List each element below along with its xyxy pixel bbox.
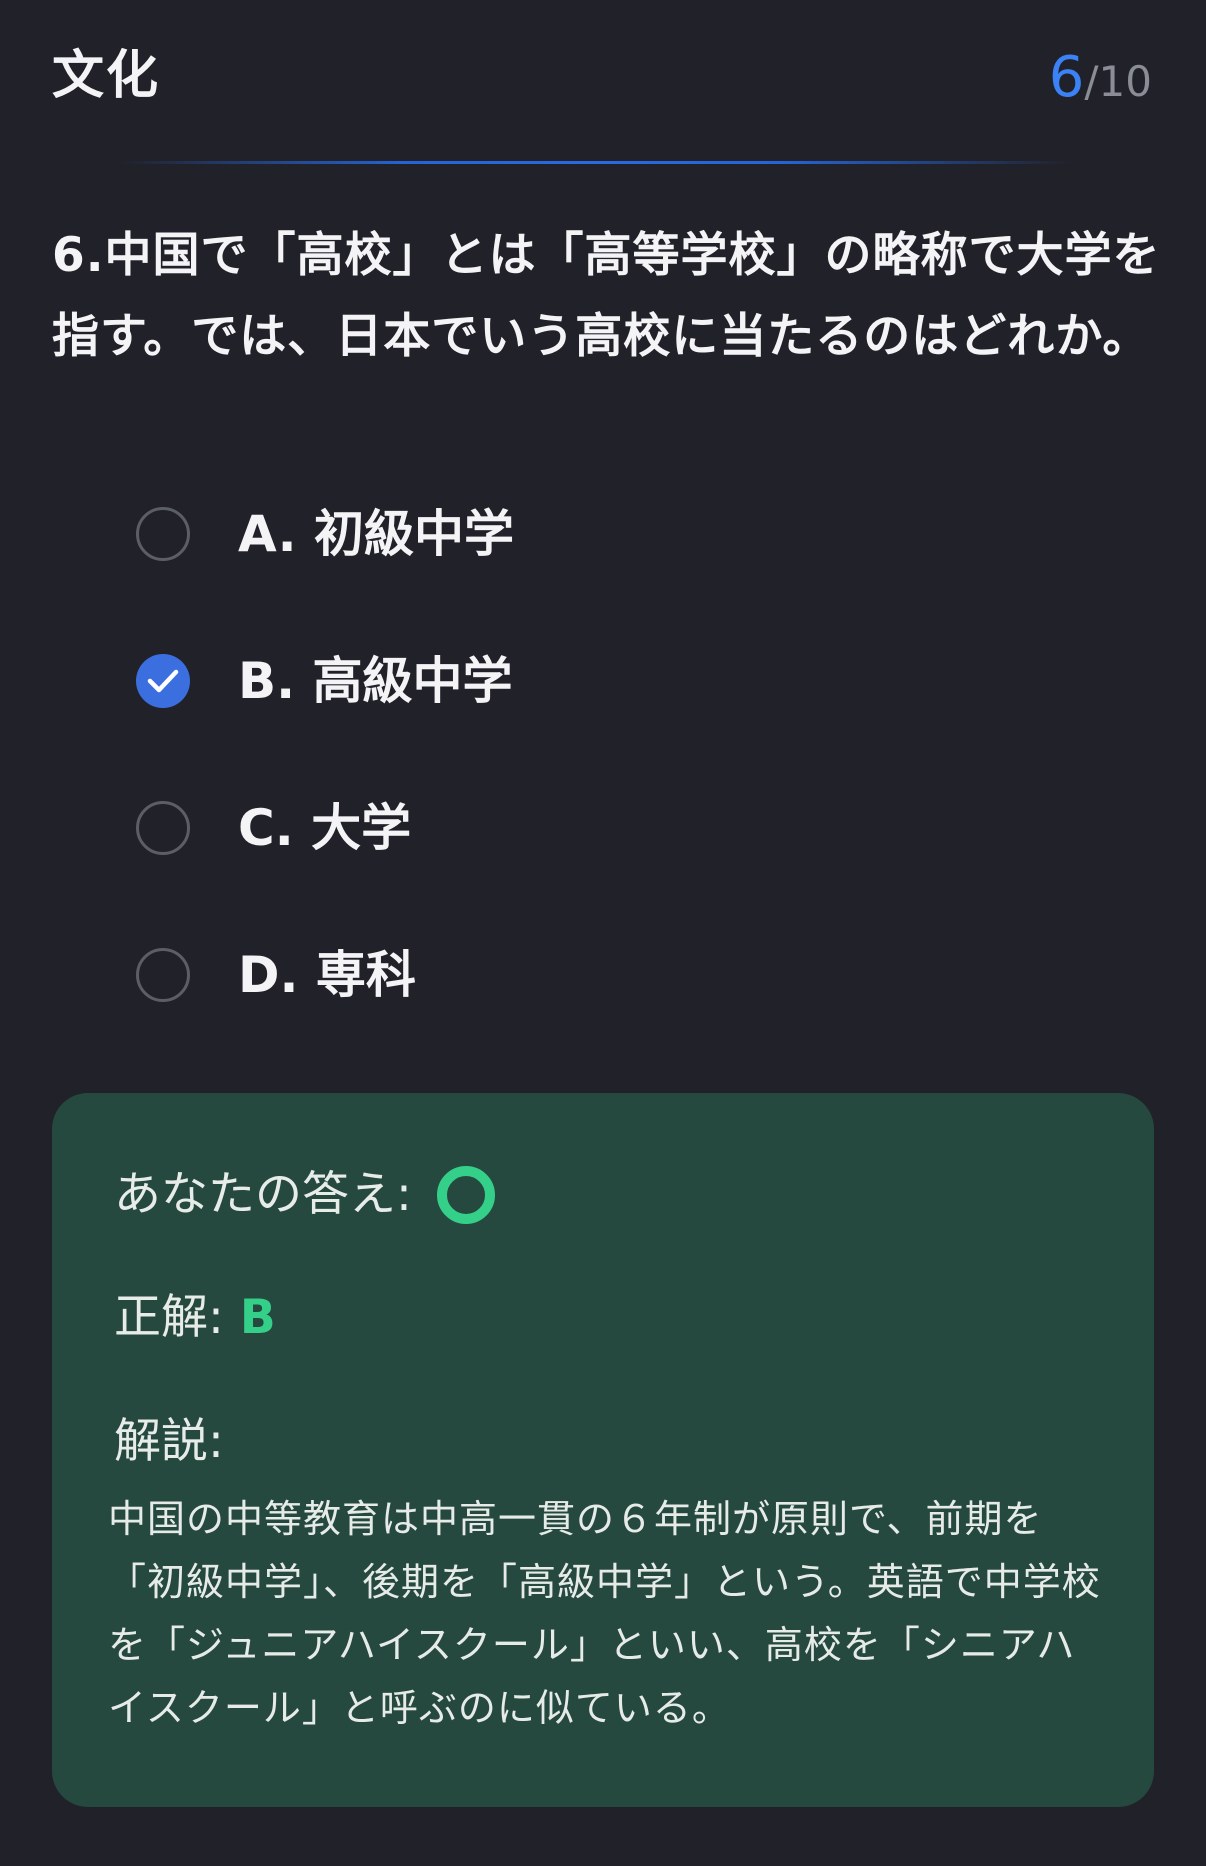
progress-current: 6 [1048, 45, 1085, 110]
correct-answer-row: 正解: B [114, 1286, 276, 1350]
option-label: B. 高級中学 [238, 652, 513, 710]
header-divider [120, 161, 1070, 164]
radio-unchecked-icon[interactable] [136, 507, 190, 561]
option-d[interactable]: D. 専科 [136, 936, 1136, 1083]
answer-options: A. 初級中学 B. 高級中学 C. 大学 D. 専科 [136, 495, 1136, 1083]
radio-checked-icon[interactable] [136, 654, 190, 708]
option-label: A. 初級中学 [238, 505, 515, 563]
option-label: D. 専科 [238, 946, 416, 1004]
progress-total: 10 [1098, 57, 1152, 106]
checkmark-icon [147, 669, 179, 693]
radio-unchecked-icon[interactable] [136, 948, 190, 1002]
question-text: 6.中国で「高校」とは「高等学校」の略称で大学を指す。では、日本でいう高校に当た… [52, 228, 1161, 364]
radio-unchecked-icon[interactable] [136, 801, 190, 855]
option-c[interactable]: C. 大学 [136, 789, 1136, 936]
question-progress: 6/10 [1049, 42, 1152, 127]
category-title: 文化 [52, 46, 161, 106]
answer-result-card: あなたの答え: 正解: B 解説: 中国の中等教育は中高一貫の６年制が原則で、前期… [52, 1093, 1154, 1807]
option-a[interactable]: A. 初級中学 [136, 495, 1136, 642]
correct-circle-icon [434, 1163, 498, 1227]
correct-answer-label: 正解: [114, 1290, 224, 1345]
quiz-header: 文化 6/10 [0, 0, 1206, 150]
your-answer-label: あなたの答え: [114, 1167, 412, 1222]
progress-separator: / [1084, 57, 1099, 106]
option-b[interactable]: B. 高級中学 [136, 642, 1136, 789]
correct-answer-value: B [239, 1290, 276, 1345]
explanation-label: 解説: [114, 1414, 224, 1469]
explanation-text: 中国の中等教育は中高一貫の６年制が原則で、前期を「初級中学」、後期を「高級中学」… [108, 1497, 1101, 1730]
your-answer-row: あなたの答え: [114, 1163, 498, 1227]
option-label: C. 大学 [238, 799, 412, 857]
